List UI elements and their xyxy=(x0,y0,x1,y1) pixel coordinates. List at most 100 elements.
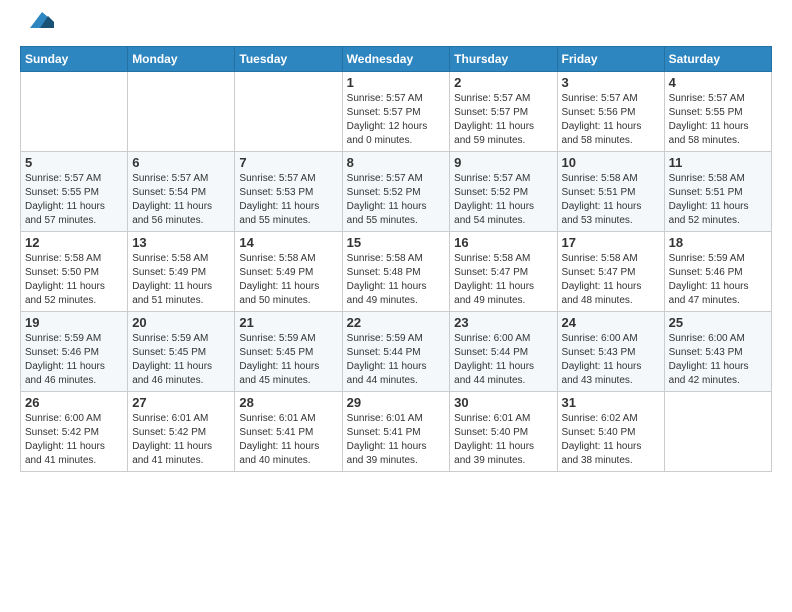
day-number: 29 xyxy=(347,395,446,410)
day-cell: 8 Sunrise: 5:57 AM Sunset: 5:52 PM Daylig… xyxy=(342,152,450,232)
week-row-2: 5 Sunrise: 5:57 AM Sunset: 5:55 PM Daylig… xyxy=(21,152,772,232)
day-number: 12 xyxy=(25,235,123,250)
col-header-sunday: Sunday xyxy=(21,47,128,72)
day-cell: 9 Sunrise: 5:57 AM Sunset: 5:52 PM Daylig… xyxy=(450,152,557,232)
day-number: 10 xyxy=(562,155,660,170)
day-cell: 3 Sunrise: 5:57 AM Sunset: 5:56 PM Daylig… xyxy=(557,72,664,152)
day-info: Sunrise: 5:59 AM Sunset: 5:44 PM Dayligh… xyxy=(347,332,446,388)
day-cell xyxy=(21,72,128,152)
day-cell xyxy=(664,392,771,472)
day-info: Sunrise: 6:02 AM Sunset: 5:40 PM Dayligh… xyxy=(562,412,660,468)
day-info: Sunrise: 6:00 AM Sunset: 5:42 PM Dayligh… xyxy=(25,412,123,468)
day-number: 26 xyxy=(25,395,123,410)
day-number: 15 xyxy=(347,235,446,250)
day-number: 23 xyxy=(454,315,552,330)
week-row-3: 12Sunrise: 5:58 AM Sunset: 5:50 PM Dayli… xyxy=(21,232,772,312)
day-number: 16 xyxy=(454,235,552,250)
day-number: 5 xyxy=(25,155,123,170)
day-info: Sunrise: 5:57 AM Sunset: 5:57 PM Dayligh… xyxy=(454,92,552,148)
day-info: Sunrise: 6:01 AM Sunset: 5:41 PM Dayligh… xyxy=(347,412,446,468)
day-info: Sunrise: 5:58 AM Sunset: 5:48 PM Dayligh… xyxy=(347,252,446,308)
day-cell: 20Sunrise: 5:59 AM Sunset: 5:45 PM Dayli… xyxy=(128,312,235,392)
day-cell: 11 Sunrise: 5:58 AM Sunset: 5:51 PM Dayli… xyxy=(664,152,771,232)
day-info: Sunrise: 5:57 AM Sunset: 5:56 PM Dayligh… xyxy=(562,92,660,148)
day-info: Sunrise: 5:59 AM Sunset: 5:45 PM Dayligh… xyxy=(132,332,230,388)
calendar-header-row: SundayMondayTuesdayWednesdayThursdayFrid… xyxy=(21,47,772,72)
day-number: 7 xyxy=(239,155,337,170)
day-number: 6 xyxy=(132,155,230,170)
day-number: 24 xyxy=(562,315,660,330)
day-cell: 19Sunrise: 5:59 AM Sunset: 5:46 PM Dayli… xyxy=(21,312,128,392)
day-cell: 27 Sunrise: 6:01 AM Sunset: 5:42 PM Dayli… xyxy=(128,392,235,472)
day-info: Sunrise: 5:58 AM Sunset: 5:47 PM Dayligh… xyxy=(454,252,552,308)
day-number: 8 xyxy=(347,155,446,170)
col-header-monday: Monday xyxy=(128,47,235,72)
day-number: 17 xyxy=(562,235,660,250)
day-info: Sunrise: 5:58 AM Sunset: 5:51 PM Dayligh… xyxy=(669,172,767,228)
day-info: Sunrise: 5:58 AM Sunset: 5:49 PM Dayligh… xyxy=(239,252,337,308)
day-cell: 22 Sunrise: 5:59 AM Sunset: 5:44 PM Dayli… xyxy=(342,312,450,392)
col-header-friday: Friday xyxy=(557,47,664,72)
col-header-tuesday: Tuesday xyxy=(235,47,342,72)
day-number: 4 xyxy=(669,75,767,90)
day-cell: 15 Sunrise: 5:58 AM Sunset: 5:48 PM Dayli… xyxy=(342,232,450,312)
week-row-4: 19Sunrise: 5:59 AM Sunset: 5:46 PM Dayli… xyxy=(21,312,772,392)
day-cell xyxy=(235,72,342,152)
day-info: Sunrise: 5:58 AM Sunset: 5:47 PM Dayligh… xyxy=(562,252,660,308)
day-cell: 4 Sunrise: 5:57 AM Sunset: 5:55 PM Daylig… xyxy=(664,72,771,152)
day-info: Sunrise: 6:00 AM Sunset: 5:43 PM Dayligh… xyxy=(669,332,767,388)
calendar-table: SundayMondayTuesdayWednesdayThursdayFrid… xyxy=(20,46,772,472)
col-header-thursday: Thursday xyxy=(450,47,557,72)
day-cell: 21 Sunrise: 5:59 AM Sunset: 5:45 PM Dayli… xyxy=(235,312,342,392)
day-cell: 31Sunrise: 6:02 AM Sunset: 5:40 PM Dayli… xyxy=(557,392,664,472)
day-info: Sunrise: 6:00 AM Sunset: 5:43 PM Dayligh… xyxy=(562,332,660,388)
day-cell: 1 Sunrise: 5:57 AM Sunset: 5:57 PM Daylig… xyxy=(342,72,450,152)
col-header-saturday: Saturday xyxy=(664,47,771,72)
day-info: Sunrise: 5:59 AM Sunset: 5:45 PM Dayligh… xyxy=(239,332,337,388)
week-row-5: 26 Sunrise: 6:00 AM Sunset: 5:42 PM Dayli… xyxy=(21,392,772,472)
day-number: 3 xyxy=(562,75,660,90)
day-cell: 25 Sunrise: 6:00 AM Sunset: 5:43 PM Dayli… xyxy=(664,312,771,392)
day-info: Sunrise: 5:57 AM Sunset: 5:53 PM Dayligh… xyxy=(239,172,337,228)
day-number: 22 xyxy=(347,315,446,330)
day-info: Sunrise: 5:57 AM Sunset: 5:54 PM Dayligh… xyxy=(132,172,230,228)
day-number: 25 xyxy=(669,315,767,330)
day-info: Sunrise: 5:58 AM Sunset: 5:51 PM Dayligh… xyxy=(562,172,660,228)
day-cell xyxy=(128,72,235,152)
day-number: 28 xyxy=(239,395,337,410)
day-info: Sunrise: 5:59 AM Sunset: 5:46 PM Dayligh… xyxy=(25,332,123,388)
week-row-1: 1 Sunrise: 5:57 AM Sunset: 5:57 PM Daylig… xyxy=(21,72,772,152)
day-cell: 13Sunrise: 5:58 AM Sunset: 5:49 PM Dayli… xyxy=(128,232,235,312)
day-info: Sunrise: 5:57 AM Sunset: 5:57 PM Dayligh… xyxy=(347,92,446,148)
logo xyxy=(20,16,54,36)
day-info: Sunrise: 6:01 AM Sunset: 5:42 PM Dayligh… xyxy=(132,412,230,468)
day-info: Sunrise: 5:57 AM Sunset: 5:52 PM Dayligh… xyxy=(454,172,552,228)
day-cell: 7 Sunrise: 5:57 AM Sunset: 5:53 PM Daylig… xyxy=(235,152,342,232)
day-cell: 14 Sunrise: 5:58 AM Sunset: 5:49 PM Dayli… xyxy=(235,232,342,312)
day-cell: 28Sunrise: 6:01 AM Sunset: 5:41 PM Dayli… xyxy=(235,392,342,472)
day-number: 11 xyxy=(669,155,767,170)
day-cell: 10 Sunrise: 5:58 AM Sunset: 5:51 PM Dayli… xyxy=(557,152,664,232)
day-info: Sunrise: 6:01 AM Sunset: 5:40 PM Dayligh… xyxy=(454,412,552,468)
day-number: 1 xyxy=(347,75,446,90)
day-info: Sunrise: 6:00 AM Sunset: 5:44 PM Dayligh… xyxy=(454,332,552,388)
day-cell: 30 Sunrise: 6:01 AM Sunset: 5:40 PM Dayli… xyxy=(450,392,557,472)
day-number: 27 xyxy=(132,395,230,410)
logo-icon xyxy=(22,8,54,36)
day-info: Sunrise: 5:57 AM Sunset: 5:55 PM Dayligh… xyxy=(25,172,123,228)
day-info: Sunrise: 5:57 AM Sunset: 5:55 PM Dayligh… xyxy=(669,92,767,148)
day-number: 9 xyxy=(454,155,552,170)
day-cell: 18Sunrise: 5:59 AM Sunset: 5:46 PM Dayli… xyxy=(664,232,771,312)
day-info: Sunrise: 5:57 AM Sunset: 5:52 PM Dayligh… xyxy=(347,172,446,228)
day-number: 14 xyxy=(239,235,337,250)
day-cell: 29 Sunrise: 6:01 AM Sunset: 5:41 PM Dayli… xyxy=(342,392,450,472)
day-cell: 6 Sunrise: 5:57 AM Sunset: 5:54 PM Daylig… xyxy=(128,152,235,232)
day-cell: 17 Sunrise: 5:58 AM Sunset: 5:47 PM Dayli… xyxy=(557,232,664,312)
day-number: 30 xyxy=(454,395,552,410)
day-number: 2 xyxy=(454,75,552,90)
day-number: 21 xyxy=(239,315,337,330)
day-cell: 24 Sunrise: 6:00 AM Sunset: 5:43 PM Dayli… xyxy=(557,312,664,392)
day-number: 13 xyxy=(132,235,230,250)
day-cell: 26 Sunrise: 6:00 AM Sunset: 5:42 PM Dayli… xyxy=(21,392,128,472)
day-info: Sunrise: 5:59 AM Sunset: 5:46 PM Dayligh… xyxy=(669,252,767,308)
